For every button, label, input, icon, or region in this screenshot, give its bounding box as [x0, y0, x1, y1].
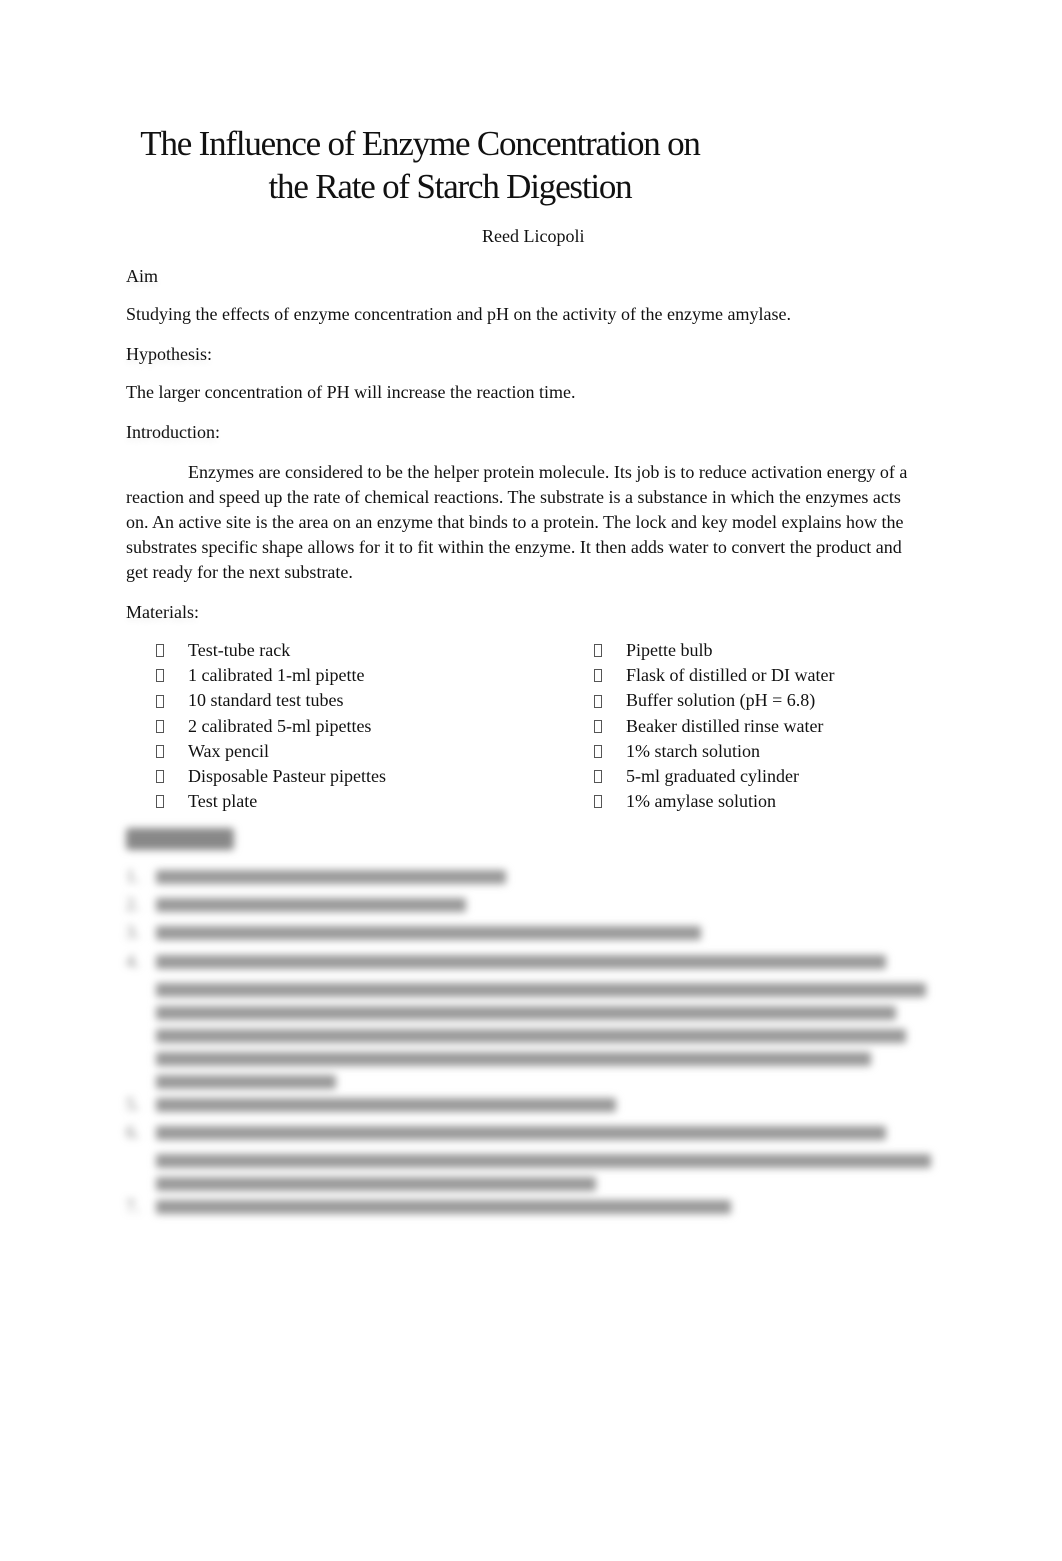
- material-item: 1% starch solution: [594, 739, 834, 764]
- obscured-line: [156, 982, 926, 997]
- materials-heading: Materials:: [126, 602, 199, 622]
- obscured-line: [156, 1097, 616, 1112]
- obscured-line: [156, 926, 701, 941]
- bullet-icon: [156, 795, 164, 809]
- material-label: 1% amylase solution: [626, 791, 776, 812]
- bullet-icon: [156, 719, 164, 733]
- title-line-2: the Rate of Starch Digestion: [268, 167, 633, 206]
- obscured-line: [156, 1074, 336, 1089]
- bullet-icon: [594, 770, 602, 784]
- material-item: Test plate: [156, 789, 386, 814]
- material-label: Buffer solution (pH = 6.8): [626, 690, 816, 711]
- obscured-item-number: 1.: [126, 866, 140, 886]
- obscured-line: [156, 1200, 731, 1215]
- material-item: Disposable Pasteur pipettes: [156, 764, 386, 789]
- introduction-heading: Introduction:: [126, 422, 220, 442]
- materials-list-right: Pipette bulb Flask of distilled or DI wat…: [594, 638, 834, 814]
- material-label: Disposable Pasteur pipettes: [188, 766, 386, 787]
- author-name: Reed Licopoli: [482, 226, 585, 246]
- bullet-icon: [594, 795, 602, 809]
- material-item: 1% amylase solution: [594, 789, 834, 814]
- material-item: Test-tube rack: [156, 638, 386, 663]
- hypothesis-text: The larger concentration of PH will incr…: [126, 382, 576, 402]
- obscured-item-number: 6.: [126, 1122, 140, 1143]
- obscured-line: [156, 898, 466, 913]
- document-title: The Influence of Enzyme Concentration on…: [0, 122, 840, 208]
- obscured-line: [156, 1154, 931, 1169]
- obscured-methodology-section: 1. 2. 3. 4. 5. 6. 7.: [126, 828, 936, 1222]
- bullet-icon: [156, 669, 164, 683]
- material-label: 5-ml graduated cylinder: [626, 766, 799, 787]
- aim-text: Studying the effects of enzyme concentra…: [126, 304, 791, 324]
- bullet-icon: [594, 669, 602, 683]
- material-label: 1% starch solution: [626, 740, 760, 761]
- aim-heading: Aim: [126, 266, 159, 286]
- material-item: Buffer solution (pH = 6.8): [594, 688, 834, 713]
- material-label: Test-tube rack: [188, 640, 291, 660]
- material-label: 2 calibrated 5-ml pipettes: [188, 715, 372, 736]
- introduction-text: Enzymes are considered to be the helper …: [126, 462, 908, 582]
- bullet-icon: [156, 770, 164, 784]
- material-item: Beaker distilled rinse water: [594, 714, 834, 739]
- obscured-line: [156, 1005, 896, 1020]
- obscured-item-number: 4.: [126, 950, 140, 971]
- material-label: Wax pencil: [188, 740, 270, 761]
- obscured-heading: [126, 828, 234, 850]
- bullet-icon: [594, 744, 602, 758]
- material-label: 10 standard test tubes: [188, 690, 344, 711]
- obscured-line: [156, 1028, 906, 1043]
- material-label: Beaker distilled rinse water: [626, 715, 824, 736]
- material-label: 1 calibrated 1-ml pipette: [188, 665, 365, 686]
- title-line-1: The Influence of Enzyme Concentration on: [140, 124, 701, 163]
- bullet-icon: [156, 694, 164, 708]
- obscured-line: [156, 1051, 871, 1066]
- material-item: Pipette bulb: [594, 638, 834, 663]
- obscured-item-number: 7.: [126, 1196, 140, 1217]
- hypothesis-heading: Hypothesis:: [126, 344, 213, 364]
- material-item: 2 calibrated 5-ml pipettes: [156, 714, 386, 739]
- material-item: 10 standard test tubes: [156, 688, 386, 713]
- bullet-icon: [594, 719, 602, 733]
- obscured-item-number: 5.: [126, 1093, 140, 1114]
- obscured-item-number: 3.: [126, 922, 140, 943]
- obscured-line: [156, 1177, 596, 1192]
- bullet-icon: [594, 644, 602, 658]
- bullet-icon: [594, 694, 602, 708]
- material-item: 5-ml graduated cylinder: [594, 764, 834, 789]
- material-label: Pipette bulb: [626, 640, 713, 660]
- obscured-line: [156, 1126, 886, 1141]
- material-item: Wax pencil: [156, 739, 386, 764]
- material-item: Flask of distilled or DI water: [594, 663, 834, 688]
- bullet-icon: [156, 744, 164, 758]
- bullet-icon: [156, 644, 164, 658]
- materials-list-left: Test-tube rack 1 calibrated 1-ml pipette 1…: [156, 638, 386, 814]
- material-label: Flask of distilled or DI water: [626, 665, 835, 686]
- obscured-item-number: 2.: [126, 894, 140, 915]
- material-item: 1 calibrated 1-ml pipette: [156, 663, 386, 688]
- obscured-line: [156, 954, 886, 969]
- obscured-line: [156, 870, 506, 884]
- material-label: Test plate: [188, 791, 258, 812]
